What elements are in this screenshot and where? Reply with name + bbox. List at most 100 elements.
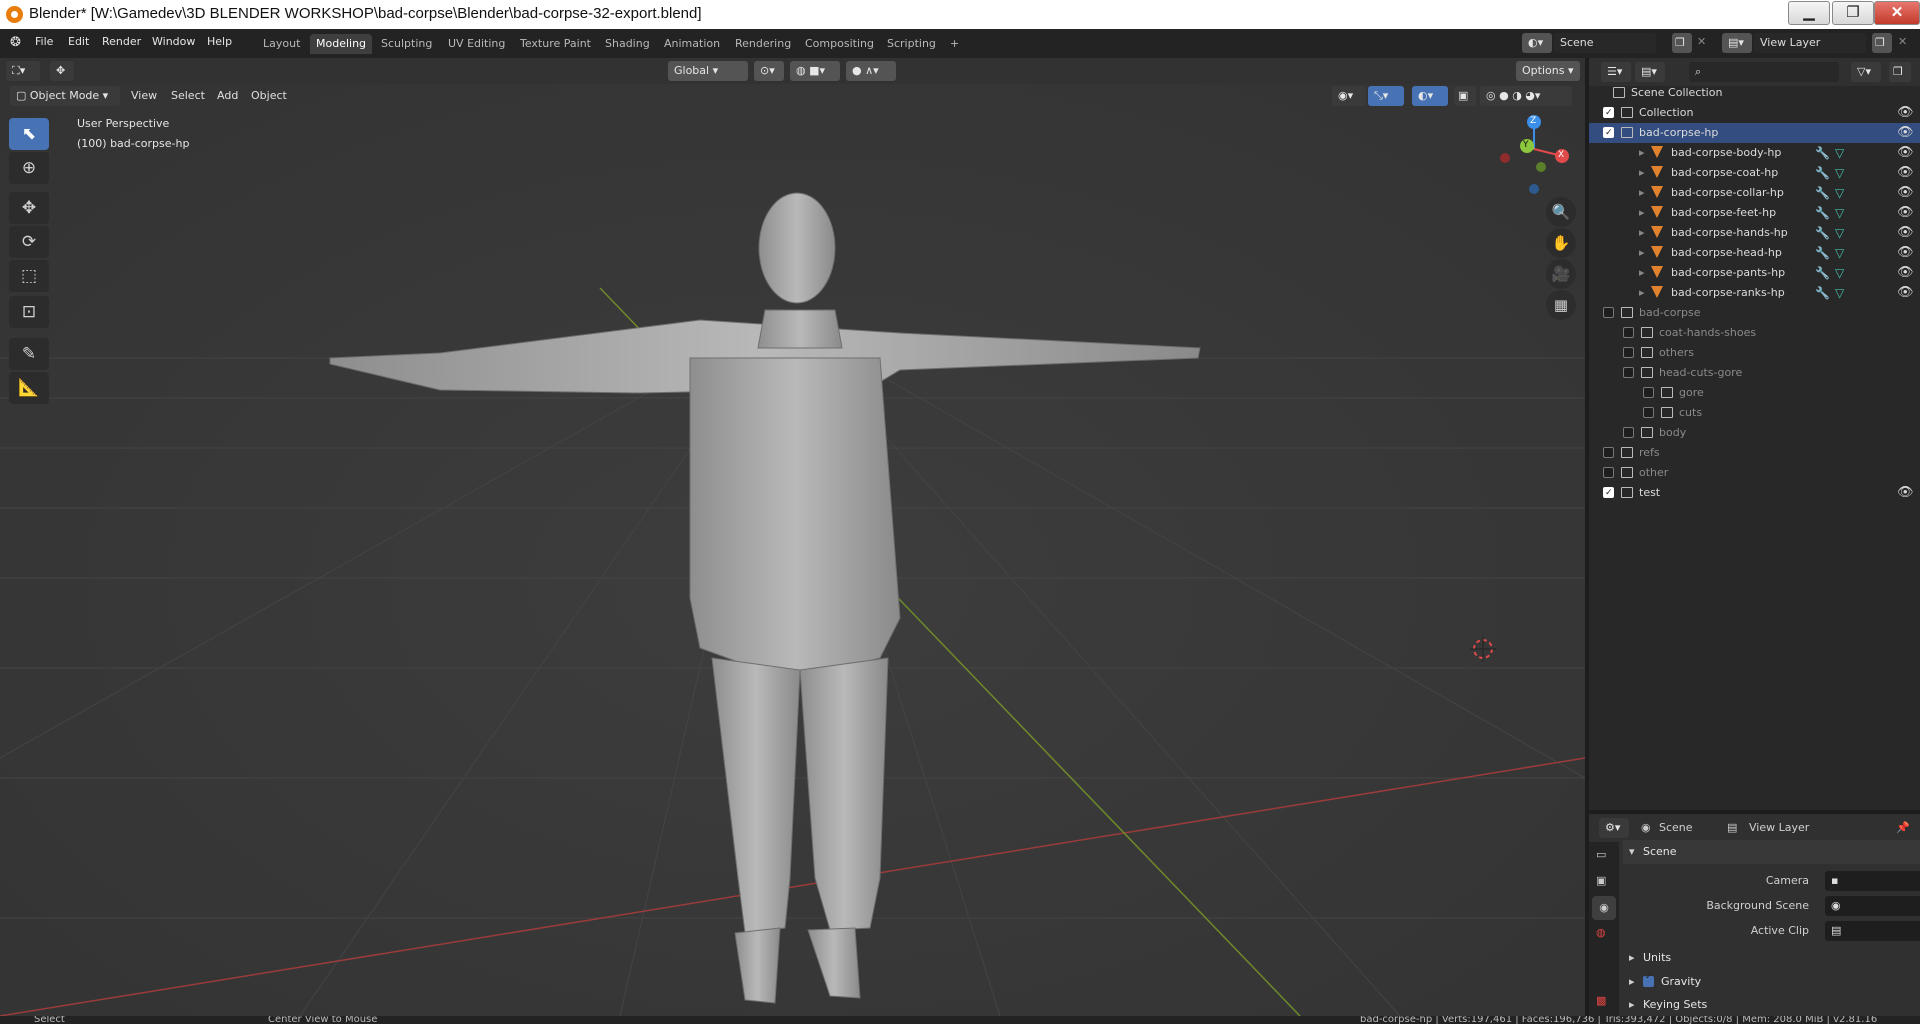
overlay-toggle[interactable]: ◐▾ [1412, 86, 1448, 106]
visibility-eye-icon[interactable]: 👁 [1897, 483, 1914, 503]
maximize-button[interactable]: ❐ [1832, 1, 1874, 25]
exclude-checkbox[interactable] [1603, 123, 1614, 143]
blender-menu-icon[interactable]: ❂ [10, 35, 21, 50]
proportional-toggle[interactable]: ● ∧▾ [846, 61, 896, 81]
close-button[interactable]: ✕ [1874, 1, 1920, 25]
exclude-checkbox[interactable] [1603, 467, 1614, 478]
chevron-right-icon[interactable]: ▸ [1639, 243, 1645, 263]
visibility-eye-icon[interactable]: 👁 [1897, 143, 1914, 163]
scene-browse-button[interactable]: ◐▾ [1522, 33, 1552, 53]
menu-help[interactable]: Help [207, 35, 232, 48]
new-viewlayer-icon[interactable]: ❐ [1872, 33, 1892, 53]
menu-object[interactable]: Object [251, 86, 287, 106]
new-scene-icon[interactable]: ❐ [1672, 33, 1692, 53]
visibility-eye-icon[interactable]: 👁 [1897, 283, 1914, 303]
exclude-checkbox[interactable] [1623, 367, 1634, 378]
visibility-dropdown[interactable]: ◉▾ [1332, 86, 1366, 106]
outliner-row[interactable]: ▸ bad-corpse-body-hp 🔧 ▽ 👁 [1589, 143, 1920, 163]
outliner-row[interactable]: gore [1589, 383, 1920, 403]
filter-icon[interactable]: ▽▾ [1851, 62, 1881, 82]
exclude-checkbox[interactable] [1603, 483, 1614, 503]
outliner-row[interactable]: bad-corpse-hp 👁 [1589, 123, 1920, 143]
menu-window[interactable]: Window [152, 35, 195, 48]
pan-hand-icon[interactable]: ✋ [1546, 228, 1576, 258]
modifier-wrench-icon[interactable]: 🔧 [1815, 163, 1830, 183]
orientation-dropdown[interactable]: Global ▾ [668, 61, 748, 81]
properties-editor-type[interactable]: ⚙▾ [1599, 818, 1629, 838]
gravity-checkbox[interactable] [1643, 972, 1654, 987]
measure-tool[interactable]: 📐 [9, 372, 49, 404]
modifier-wrench-icon[interactable]: 🔧 [1815, 183, 1830, 203]
mesh-data-icon[interactable]: ▽ [1835, 163, 1844, 183]
exclude-checkbox[interactable] [1623, 427, 1634, 438]
outliner-row[interactable]: coat-hands-shoes [1589, 323, 1920, 343]
visibility-eye-icon[interactable]: 👁 [1897, 103, 1914, 123]
exclude-checkbox[interactable] [1603, 447, 1614, 458]
cursor-tool[interactable]: ⊕ [9, 152, 49, 184]
render-tab-icon[interactable]: ▭ [1596, 848, 1606, 861]
shading-mode-buttons[interactable]: ◎ ● ◑ ◕▾ [1480, 86, 1572, 106]
delete-scene-icon[interactable]: ✕ [1697, 35, 1706, 48]
outliner-row[interactable]: cuts [1589, 403, 1920, 423]
exclude-checkbox[interactable] [1603, 307, 1614, 318]
tab-layout[interactable]: Layout [257, 34, 306, 54]
scene-name-field[interactable]: Scene [1554, 33, 1656, 53]
outliner-row[interactable]: ▸ bad-corpse-ranks-hp 🔧 ▽ 👁 [1589, 283, 1920, 303]
visibility-eye-icon[interactable]: 👁 [1897, 203, 1914, 223]
outliner-row[interactable]: ▸ bad-corpse-coat-hp 🔧 ▽ 👁 [1589, 163, 1920, 183]
outliner-row[interactable]: others [1589, 343, 1920, 363]
outliner-editor-type[interactable]: ☰▾ [1601, 62, 1631, 82]
editor-type-button[interactable]: ⛶▾ [6, 61, 40, 81]
mesh-data-icon[interactable]: ▽ [1835, 203, 1844, 223]
transform-tool[interactable]: ⊡ [9, 296, 49, 328]
mesh-data-icon[interactable]: ▽ [1835, 243, 1844, 263]
modifier-wrench-icon[interactable]: 🔧 [1815, 223, 1830, 243]
chevron-right-icon[interactable]: ▸ [1639, 263, 1645, 283]
outliner-row[interactable]: ▸ bad-corpse-pants-hp 🔧 ▽ 👁 [1589, 263, 1920, 283]
tab-sculpting[interactable]: Sculpting [375, 34, 438, 54]
rotate-tool[interactable]: ⟳ [9, 226, 49, 258]
active-clip-field[interactable]: ▤ [1825, 921, 1920, 941]
gravity-section[interactable]: ▸ Gravity [1623, 970, 1920, 994]
menu-edit[interactable]: Edit [68, 35, 89, 48]
tab-modeling[interactable]: Modeling [310, 34, 373, 54]
viewlayer-browse-button[interactable]: ▤▾ [1722, 33, 1752, 53]
visibility-eye-icon[interactable]: 👁 [1897, 123, 1914, 143]
exclude-checkbox[interactable] [1603, 103, 1614, 123]
visibility-eye-icon[interactable]: 👁 [1897, 243, 1914, 263]
visibility-eye-icon[interactable]: 👁 [1897, 163, 1914, 183]
tab-compositing[interactable]: Compositing [799, 34, 880, 54]
delete-viewlayer-icon[interactable]: ✕ [1898, 35, 1907, 48]
modifier-wrench-icon[interactable]: 🔧 [1815, 203, 1830, 223]
select-box-tool[interactable]: ⬉ [9, 118, 49, 150]
display-mode-dropdown[interactable]: ▤▾ [1635, 62, 1665, 82]
chevron-right-icon[interactable]: ▸ [1639, 283, 1645, 303]
tab-scripting[interactable]: Scripting [881, 34, 942, 54]
camera-field[interactable]: ▪ [1825, 871, 1920, 891]
minimize-button[interactable]: ▁ [1788, 1, 1830, 25]
add-workspace-button[interactable]: + [944, 34, 965, 54]
chevron-right-icon[interactable]: ▸ [1639, 163, 1645, 183]
keying-sets-section[interactable]: ▸ Keying Sets [1623, 994, 1920, 1016]
outliner-row[interactable]: bad-corpse [1589, 303, 1920, 323]
menu-select[interactable]: Select [171, 86, 205, 106]
options-button[interactable]: Options ▾ [1516, 61, 1580, 81]
perspective-toggle-icon[interactable]: ▦ [1546, 290, 1576, 320]
xray-toggle[interactable]: ▣ [1454, 86, 1476, 106]
outliner-row[interactable]: refs [1589, 443, 1920, 463]
mesh-data-icon[interactable]: ▽ [1835, 283, 1844, 303]
move-tool[interactable]: ✥ [9, 192, 49, 224]
visibility-eye-icon[interactable]: 👁 [1897, 263, 1914, 283]
chevron-right-icon[interactable]: ▸ [1639, 183, 1645, 203]
modifier-wrench-icon[interactable]: 🔧 [1815, 263, 1830, 283]
outliner-row[interactable]: ▸ bad-corpse-feet-hp 🔧 ▽ 👁 [1589, 203, 1920, 223]
tab-shading[interactable]: Shading [599, 34, 656, 54]
visibility-eye-icon[interactable]: 👁 [1897, 183, 1914, 203]
menu-view[interactable]: View [131, 86, 157, 106]
outliner-search-input[interactable]: ⌕ [1689, 62, 1839, 82]
snap-toggle[interactable]: ◍ ■▾ [790, 61, 840, 81]
chevron-right-icon[interactable]: ▸ [1639, 203, 1645, 223]
menu-add[interactable]: Add [217, 86, 238, 106]
units-section[interactable]: ▸ Units [1623, 946, 1920, 970]
modifier-wrench-icon[interactable]: 🔧 [1815, 283, 1830, 303]
